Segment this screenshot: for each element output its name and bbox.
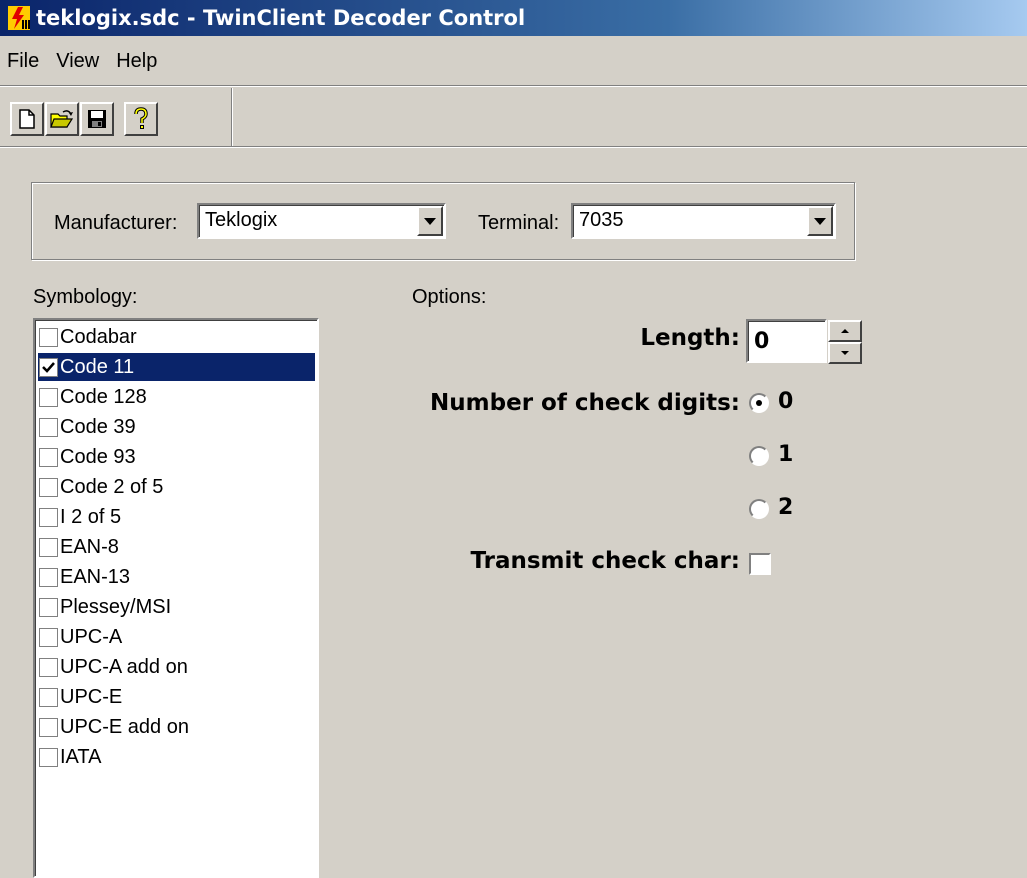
- symbology-checkbox[interactable]: [39, 327, 58, 347]
- manufacturer-combo[interactable]: Teklogix: [197, 203, 446, 239]
- check-digits-option-label: 2: [778, 495, 794, 520]
- symbology-checkbox[interactable]: [39, 687, 58, 707]
- symbology-item-label: Code 11: [60, 355, 135, 378]
- list-item[interactable]: IATA: [38, 743, 315, 771]
- list-item[interactable]: Code 93: [38, 443, 315, 471]
- chevron-down-icon: [424, 217, 436, 225]
- symbology-item-label: EAN-8: [60, 535, 119, 558]
- list-item[interactable]: EAN-8: [38, 533, 315, 561]
- list-item[interactable]: UPC-E: [38, 683, 315, 711]
- symbology-item-label: Code 128: [60, 385, 147, 408]
- check-digits-radio[interactable]: [749, 393, 769, 413]
- symbology-item-label: Code 2 of 5: [60, 475, 164, 498]
- list-item[interactable]: UPC-A add on: [38, 653, 315, 681]
- symbology-checkbox[interactable]: [39, 357, 58, 377]
- check-digits-option-label: 1: [778, 442, 794, 467]
- symbology-item-label: UPC-A: [60, 625, 123, 648]
- symbology-checkbox[interactable]: [39, 747, 58, 767]
- manufacturer-label: Manufacturer:: [54, 212, 178, 234]
- symbology-item-label: IATA: [60, 745, 102, 768]
- toolbar: [10, 95, 159, 143]
- symbology-item-label: Code 39: [60, 415, 136, 438]
- terminal-combo[interactable]: 7035: [571, 203, 836, 239]
- terminal-value: 7035: [579, 209, 624, 231]
- length-label: Length:: [640, 325, 740, 351]
- check-digits-option-label: 0: [778, 389, 794, 414]
- list-item[interactable]: Code 11: [38, 353, 315, 381]
- symbology-checkbox[interactable]: [39, 567, 58, 587]
- menu-bar: File View Help: [0, 40, 167, 86]
- help-button[interactable]: [124, 102, 158, 136]
- symbology-item-label: UPC-E: [60, 685, 123, 708]
- title-bar[interactable]: teklogix.sdc - TwinClient Decoder Contro…: [0, 0, 1027, 36]
- length-value: 0: [754, 329, 770, 354]
- chevron-down-icon: [814, 217, 826, 225]
- symbology-label: Symbology:: [33, 286, 138, 308]
- save-button[interactable]: [80, 102, 114, 136]
- manufacturer-value: Teklogix: [205, 209, 278, 231]
- symbology-list[interactable]: Codabar Code 11 Code 128 Code 39 Code 93 Code…: [33, 318, 319, 878]
- length-spin-down[interactable]: [828, 342, 862, 364]
- list-item[interactable]: I 2 of 5: [38, 503, 315, 531]
- symbology-checkbox[interactable]: [39, 417, 58, 437]
- length-spin-up[interactable]: [828, 320, 862, 342]
- toolbar-bottom-divider: [0, 146, 1027, 148]
- new-file-icon: [19, 109, 35, 129]
- symbology-item-label: EAN-13: [60, 565, 131, 588]
- symbology-checkbox[interactable]: [39, 627, 58, 647]
- app-icon: [8, 6, 30, 30]
- check-digits-radio[interactable]: [749, 446, 769, 466]
- list-item[interactable]: Code 128: [38, 383, 315, 411]
- options-label: Options:: [412, 286, 487, 308]
- menu-help[interactable]: Help: [109, 44, 167, 83]
- symbology-checkbox[interactable]: [39, 447, 58, 467]
- list-item[interactable]: UPC-E add on: [38, 713, 315, 741]
- symbology-checkbox[interactable]: [39, 717, 58, 737]
- terminal-label: Terminal:: [478, 212, 560, 234]
- symbology-item-label: I 2 of 5: [60, 505, 122, 528]
- chevron-down-icon: [841, 351, 849, 355]
- symbology-item-label: UPC-A add on: [60, 655, 188, 678]
- window-title: teklogix.sdc - TwinClient Decoder Contro…: [36, 6, 526, 30]
- symbology-checkbox[interactable]: [39, 537, 58, 557]
- symbology-checkbox[interactable]: [39, 477, 58, 497]
- symbology-checkbox[interactable]: [39, 507, 58, 527]
- length-input[interactable]: 0: [746, 319, 827, 363]
- checkmark-icon: [42, 361, 55, 373]
- transmit-check-char-checkbox[interactable]: [749, 553, 771, 575]
- list-item[interactable]: UPC-A: [38, 623, 315, 651]
- list-item[interactable]: Plessey/MSI: [38, 593, 315, 621]
- check-digits-radio[interactable]: [749, 499, 769, 519]
- help-question-icon: [134, 107, 148, 129]
- list-item[interactable]: EAN-13: [38, 563, 315, 591]
- symbology-item-label: Codabar: [60, 325, 137, 348]
- manufacturer-dropdown-button[interactable]: [417, 206, 443, 236]
- check-digits-label: Number of check digits:: [430, 390, 740, 416]
- list-item[interactable]: Codabar: [38, 323, 315, 351]
- transmit-check-char-label: Transmit check char:: [470, 548, 740, 574]
- symbology-checkbox[interactable]: [39, 597, 58, 617]
- list-item[interactable]: Code 2 of 5: [38, 473, 315, 501]
- list-item[interactable]: Code 39: [38, 413, 315, 441]
- symbology-checkbox[interactable]: [39, 387, 58, 407]
- symbology-item-label: Code 93: [60, 445, 136, 468]
- chevron-up-icon: [841, 329, 849, 333]
- symbology-item-label: UPC-E add on: [60, 715, 189, 738]
- toolbar-top-divider: [0, 85, 1027, 87]
- terminal-dropdown-button[interactable]: [807, 206, 833, 236]
- symbology-checkbox[interactable]: [39, 657, 58, 677]
- open-folder-icon: [50, 110, 74, 128]
- save-disk-icon: [88, 110, 106, 128]
- toolbar-divider: [231, 88, 233, 146]
- new-button[interactable]: [10, 102, 44, 136]
- open-button[interactable]: [45, 102, 79, 136]
- radio-dot-icon: [756, 400, 762, 406]
- menu-file[interactable]: File: [0, 44, 49, 83]
- symbology-item-label: Plessey/MSI: [60, 595, 172, 618]
- menu-view[interactable]: View: [49, 44, 109, 83]
